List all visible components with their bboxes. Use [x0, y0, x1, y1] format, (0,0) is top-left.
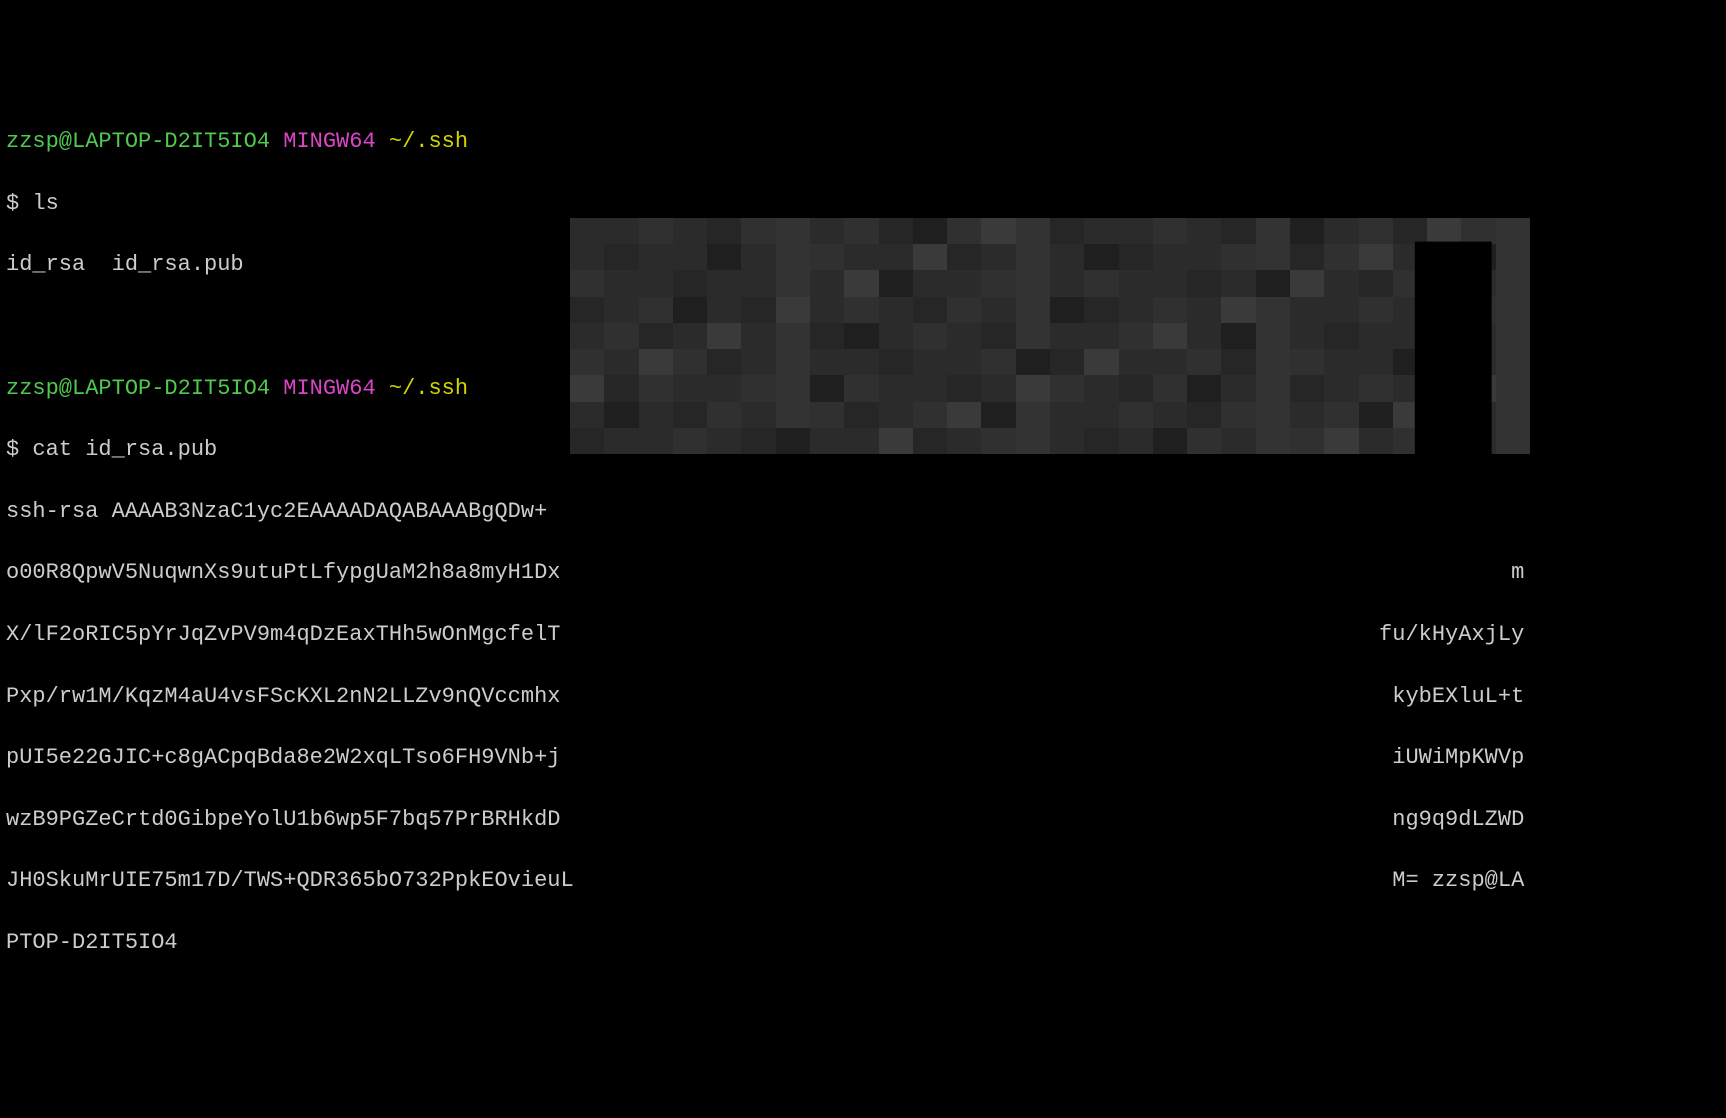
ssh-key-line-7: JH0SkuMrUIE75m17D/TWS+QDR365bO732PpkEOvi… [6, 866, 1720, 897]
ssh-key-line-6: wzB9PGZeCrtd0GibpeYolU1b6wp5F7bq57PrBRHk… [6, 805, 1720, 836]
prompt-line-1: zzsp@LAPTOP-D2IT5IO4 MINGW64 ~/.ssh [6, 127, 1720, 158]
ssh-key-line-4: Pxp/rw1M/KqzM4aU4vsFScKXL2nN2LLZv9nQVccm… [6, 682, 1720, 713]
key-part: iUWiMpKWVp [1392, 745, 1524, 770]
system-2: MINGW64 [283, 376, 375, 401]
path-2: ~/.ssh [389, 376, 468, 401]
command-text-1: ls [32, 191, 58, 216]
ssh-key-line-1: ssh-rsa AAAAB3NzaC1yc2EAAAADAQABAAABgQDw… [6, 497, 1720, 528]
user-host-2: zzsp@LAPTOP-D2IT5IO4 [6, 376, 270, 401]
redaction-overlay [570, 218, 1530, 454]
key-part: wzB9PGZeCrtd0GibpeYolU1b6wp5F7bq57PrBRHk… [6, 807, 561, 832]
key-part: M= zzsp@LA [1392, 868, 1524, 893]
key-part: kybEXluL+t [1392, 684, 1524, 709]
key-part: ng9q9dLZWD [1392, 807, 1524, 832]
key-part: ssh-rsa AAAAB3NzaC1yc2EAAAADAQABAAABgQDw… [6, 499, 547, 524]
ssh-key-line-5: pUI5e22GJIC+c8gACpqBda8e2W2xqLTso6FH9VNb… [6, 743, 1720, 774]
prompt-symbol-1: $ [6, 191, 19, 216]
key-part: o00R8QpwV5NuqwnXs9utuPtLfypgUaM2h8a8myH1… [6, 560, 561, 585]
key-part: X/lF2oRIC5pYrJqZvPV9m4qDzEaxTHh5wOnMgcfe… [6, 622, 561, 647]
ssh-key-line-3: X/lF2oRIC5pYrJqZvPV9m4qDzEaxTHh5wOnMgcfe… [6, 620, 1720, 651]
command-text-2: cat id_rsa.pub [32, 437, 217, 462]
key-part: Pxp/rw1M/KqzM4aU4vsFScKXL2nN2LLZv9nQVccm… [6, 684, 561, 709]
ssh-key-line-2: o00R8QpwV5NuqwnXs9utuPtLfypgUaM2h8a8myH1… [6, 558, 1720, 589]
key-part: JH0SkuMrUIE75m17D/TWS+QDR365bO732PpkEOvi… [6, 868, 574, 893]
ssh-key-line-8: PTOP-D2IT5IO4 [6, 928, 1720, 959]
path-1: ~/.ssh [389, 129, 468, 154]
key-part: m [1511, 560, 1524, 585]
command-line-1[interactable]: $ ls [6, 189, 1720, 220]
prompt-symbol-2: $ [6, 437, 19, 462]
key-part: fu/kHyAxjLy [1379, 622, 1524, 647]
user-host-1: zzsp@LAPTOP-D2IT5IO4 [6, 129, 270, 154]
system-1: MINGW64 [283, 129, 375, 154]
key-part: pUI5e22GJIC+c8gACpqBda8e2W2xqLTso6FH9VNb… [6, 745, 561, 770]
